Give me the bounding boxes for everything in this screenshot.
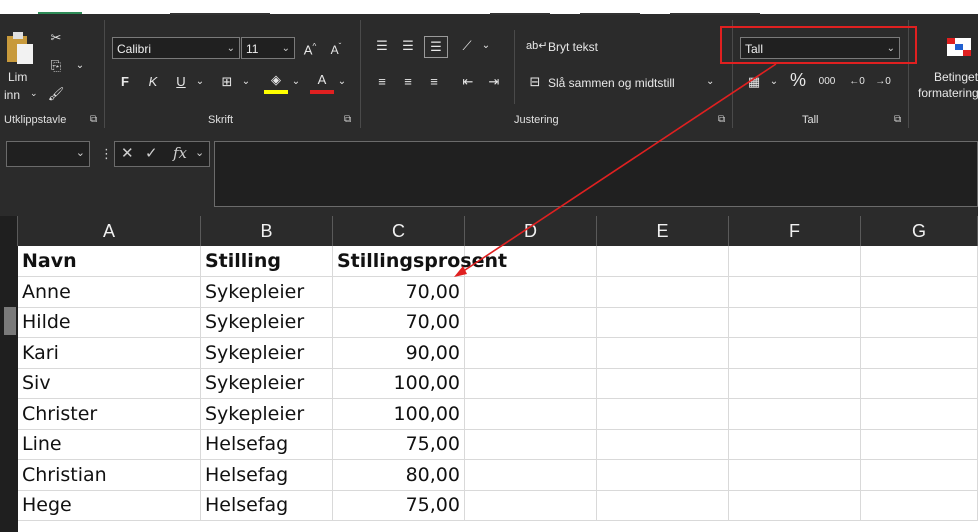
arrow-line <box>461 63 777 273</box>
annotation-arrow <box>454 63 777 277</box>
arrow-head <box>454 266 467 277</box>
